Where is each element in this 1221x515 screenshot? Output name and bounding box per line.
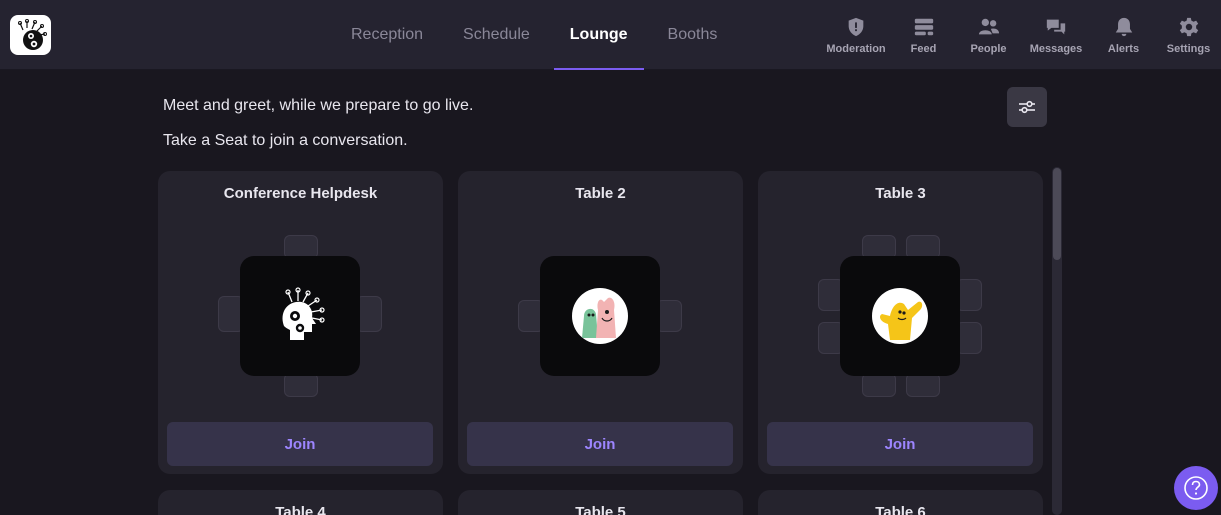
table-name: Table 3 <box>875 185 926 202</box>
monsters-illustration-icon <box>582 297 616 338</box>
gear-icon <box>1179 17 1198 36</box>
lounge-table-card: Table 5 <box>458 490 743 515</box>
table-name: Conference Helpdesk <box>223 185 378 202</box>
logo-icon <box>17 19 47 50</box>
join-button[interactable]: Join <box>767 422 1033 466</box>
table-seating <box>518 233 683 398</box>
tab-reception[interactable]: Reception <box>331 0 443 70</box>
shield-icon <box>848 17 864 36</box>
moderation-label: Moderation <box>826 42 886 55</box>
scrollbar-thumb[interactable] <box>1053 168 1061 260</box>
tab-booths[interactable]: Booths <box>648 0 738 70</box>
table-top <box>540 256 660 376</box>
people-button[interactable]: People <box>956 0 1021 70</box>
seat[interactable] <box>284 373 318 397</box>
sliders-icon <box>1019 100 1035 114</box>
seat[interactable] <box>906 373 940 397</box>
table-top <box>240 256 360 376</box>
settings-button[interactable]: Settings <box>1156 0 1221 70</box>
people-label: People <box>970 42 1007 55</box>
lounge-table-card: Conference Helpdesk Join <box>158 171 443 474</box>
lounge-intro-text: Meet and greet, while we prepare to go l… <box>163 97 474 114</box>
filter-button[interactable] <box>1007 87 1047 127</box>
table-seating <box>218 233 383 398</box>
table-name: Table 5 <box>575 504 626 515</box>
yellow-monster-icon <box>880 301 923 340</box>
help-icon <box>1184 476 1208 500</box>
messages-label: Messages <box>1029 42 1083 55</box>
lounge-table-card: Table 2 Join <box>458 171 743 474</box>
main-nav: Reception Schedule Lounge Booths <box>331 0 737 70</box>
app-logo[interactable] <box>10 15 51 55</box>
lounge-instruction-text: Take a Seat to join a conversation. <box>163 132 408 149</box>
bell-icon <box>1115 17 1132 36</box>
top-bar: Reception Schedule Lounge Booths Moderat… <box>0 0 1221 70</box>
helpdesk-logo-icon <box>282 287 325 340</box>
tab-schedule[interactable]: Schedule <box>443 0 550 70</box>
table-top <box>840 256 960 376</box>
lounge-table-card: Table 4 <box>158 490 443 515</box>
settings-label: Settings <box>1166 42 1211 55</box>
alerts-label: Alerts <box>1107 42 1140 55</box>
table-name: Table 6 <box>875 504 926 515</box>
feed-button[interactable]: Feed <box>891 0 956 70</box>
lounge-table-card: Table 3 Join <box>758 171 1043 474</box>
join-button[interactable]: Join <box>167 422 433 466</box>
help-button[interactable] <box>1174 466 1218 510</box>
join-button[interactable]: Join <box>467 422 733 466</box>
toolbar: Moderation Feed People Messages Alerts S… <box>821 0 1221 70</box>
messages-icon <box>1046 19 1066 34</box>
lounge-table-card: Table 6 <box>758 490 1043 515</box>
people-icon <box>978 18 999 34</box>
table-avatar <box>872 288 928 344</box>
feed-icon <box>914 18 933 35</box>
messages-button[interactable]: Messages <box>1021 0 1091 70</box>
moderation-button[interactable]: Moderation <box>821 0 891 70</box>
alerts-button[interactable]: Alerts <box>1091 0 1156 70</box>
tab-lounge[interactable]: Lounge <box>550 0 648 70</box>
table-seating <box>818 233 983 398</box>
table-name: Table 2 <box>575 185 626 202</box>
table-name: Table 4 <box>275 504 326 515</box>
table-avatar <box>572 288 628 344</box>
seat[interactable] <box>862 373 896 397</box>
feed-label: Feed <box>910 42 937 55</box>
